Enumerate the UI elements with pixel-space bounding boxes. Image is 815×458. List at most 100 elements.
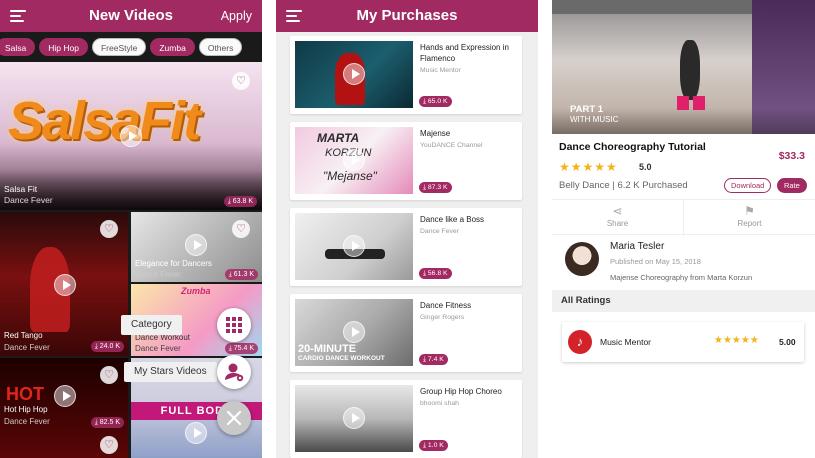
video-thumbnail (295, 213, 413, 280)
video-title: Elegance for Dancers (135, 259, 212, 268)
flag-icon: ⚑ (744, 204, 755, 218)
video-title: Hot Hip Hop (4, 405, 48, 414)
play-icon[interactable] (343, 407, 365, 429)
video-part-sub: WITH MUSIC (570, 115, 619, 124)
rate-button[interactable]: Rate (777, 178, 807, 193)
heart-icon[interactable]: ♡ (232, 220, 250, 238)
heart-icon[interactable]: ♡ (100, 366, 118, 384)
apply-button[interactable]: Apply (221, 9, 252, 23)
zumba-logo-text: Zumba (181, 286, 211, 296)
new-videos-screen: New Videos Apply Salsa Hip Hop FreeStyle Zu… (0, 0, 262, 458)
filter-chips: Salsa Hip Hop FreeStyle Zumba Others (0, 38, 246, 58)
video-tile-hot-hip-hop[interactable]: HOT ♡ Hot Hip Hop Dance Fever ⤓ 82.5 K ♡ (0, 358, 128, 458)
video-description: Majense Choreography from Marta Korzun (610, 273, 753, 282)
play-icon[interactable] (343, 149, 365, 171)
download-button[interactable]: Download (724, 178, 772, 193)
featured-video-card[interactable]: SalsaFit ♡ Salsa Fit Dance Fever ⤓ 63.8 … (0, 62, 262, 210)
video-channel: Dance Fever (4, 195, 53, 205)
page-title: My Purchases (356, 7, 458, 24)
heart-icon[interactable]: ♡ (232, 72, 250, 90)
close-icon (226, 410, 242, 426)
download-count-badge: ⤓ 56.8 K (419, 268, 452, 279)
download-count-badge: ⤓ 7.4 K (419, 354, 448, 365)
download-count-badge: ⤓ 24.0 K (90, 341, 124, 352)
item-title: Dance Fitness (420, 301, 472, 310)
review-value: 5.00 (779, 337, 796, 347)
thumb-text: MARTA (317, 131, 360, 145)
grid-icon (226, 317, 242, 333)
star-rating: ★★★★★ (559, 160, 618, 174)
action-bar: ⋖ Share ⚑ Report (552, 199, 815, 236)
download-count-badge: ⤓ 65.0 K (419, 96, 452, 107)
video-thumbnail: 20-MINUTE CARDIO DANCE WORKOUT (295, 299, 413, 366)
report-label: Report (737, 219, 762, 228)
share-button[interactable]: ⋖ Share (552, 200, 683, 236)
video-thumbnail (295, 41, 413, 108)
item-title: Group Hip Hop Choreo (420, 387, 502, 396)
video-part-label: PART 1 (570, 104, 604, 115)
purchase-item[interactable]: Dance like a Boss Dance Fever ⤓ 56.8 K (290, 208, 522, 286)
play-icon[interactable] (185, 422, 207, 444)
play-icon[interactable] (343, 321, 365, 343)
app-header: My Purchases (276, 0, 538, 32)
avatar[interactable] (565, 242, 599, 276)
share-label: Share (606, 219, 629, 228)
hot-hip-hop-logo: HOT (6, 384, 44, 404)
item-title: Majense (420, 129, 451, 138)
item-title: Dance like a Boss (420, 215, 485, 224)
item-channel: Ginger Rogers (420, 314, 465, 321)
purchase-item[interactable]: 20-MINUTE CARDIO DANCE WORKOUT Dance Fit… (290, 294, 522, 372)
rating-card: ♪ Music Mentor ★★★★★ 5.00 (562, 322, 804, 362)
item-channel: bhoomi shah (420, 400, 459, 407)
category-fab[interactable] (217, 308, 251, 342)
video-title: Salsa Fit (4, 184, 38, 194)
chip-freestyle[interactable]: FreeStyle (91, 38, 147, 56)
chip-zumba[interactable]: Zumba (150, 38, 195, 56)
purchase-item[interactable]: MARTA KORZUN "Mejanse" Majense YouDANCE … (290, 122, 522, 200)
heart-icon[interactable]: ♡ (100, 436, 118, 454)
video-title: Dance Choreography Tutorial (559, 141, 706, 153)
purchase-item[interactable]: Hands and Expression in Flamenco Music M… (290, 36, 522, 114)
download-count-badge: ⤓ 61.3 K (224, 269, 258, 280)
download-count-badge: ⤓ 1.0 K (419, 440, 448, 451)
close-fab[interactable] (217, 401, 251, 435)
category-fab-label[interactable]: Category (121, 315, 182, 335)
video-detail-screen: PART 1 WITH MUSIC Dance Choreography Tut… (552, 0, 815, 458)
thumb-text: CARDIO DANCE WORKOUT (298, 355, 385, 362)
user-star-icon (225, 363, 244, 382)
video-tile-red-tango[interactable]: ♡ Red Tango Dance Fever ⤓ 24.0 K (0, 212, 128, 356)
chip-salsa[interactable]: Salsa (0, 38, 36, 56)
item-channel: YouDANCE Channel (420, 142, 483, 149)
play-icon[interactable] (343, 235, 365, 257)
salsafit-logo-text: SalsaFit (8, 91, 201, 151)
video-channel: Dance Fever (135, 344, 181, 353)
video-channel: Dance Fever (4, 343, 50, 352)
app-header: New Videos Apply (0, 0, 262, 32)
heart-icon[interactable]: ♡ (100, 220, 118, 238)
video-channel: Dance Fever (4, 417, 50, 426)
my-stars-fab-label[interactable]: My Stars Videos (124, 362, 217, 382)
video-player[interactable]: PART 1 WITH MUSIC (552, 0, 815, 134)
thumb-text: "Mejanse" (323, 169, 377, 183)
author-name[interactable]: Maria Tesler (610, 241, 664, 252)
report-button[interactable]: ⚑ Report (684, 200, 815, 236)
all-ratings-header: All Ratings (552, 290, 815, 312)
video-thumbnail (295, 385, 413, 452)
chip-others[interactable]: Others (198, 38, 243, 56)
play-icon[interactable] (54, 274, 76, 296)
play-icon[interactable] (120, 125, 142, 147)
thumb-text: 20-MINUTE (298, 343, 357, 355)
video-tile-elegance[interactable]: ♡ Elegance for Dancers Dance Fever ⤓ 61.… (131, 212, 262, 282)
video-title: Red Tango (4, 331, 43, 340)
publish-date: Published on May 15, 2018 (610, 257, 701, 266)
purchase-item[interactable]: Group Hip Hop Choreo bhoomi shah ⤓ 1.0 K (290, 380, 522, 458)
my-stars-fab[interactable] (217, 355, 251, 389)
my-purchases-screen: My Purchases Hands and Expression in Fla… (276, 0, 538, 458)
play-icon[interactable] (343, 63, 365, 85)
play-icon[interactable] (185, 234, 207, 256)
play-icon[interactable] (54, 385, 76, 407)
chip-hip-hop[interactable]: Hip Hop (39, 38, 88, 56)
download-count-badge: ⤓ 63.8 K (223, 196, 257, 207)
download-count-badge: ⤓ 75.4 K (224, 343, 258, 354)
item-channel: Dance Fever (420, 228, 459, 235)
